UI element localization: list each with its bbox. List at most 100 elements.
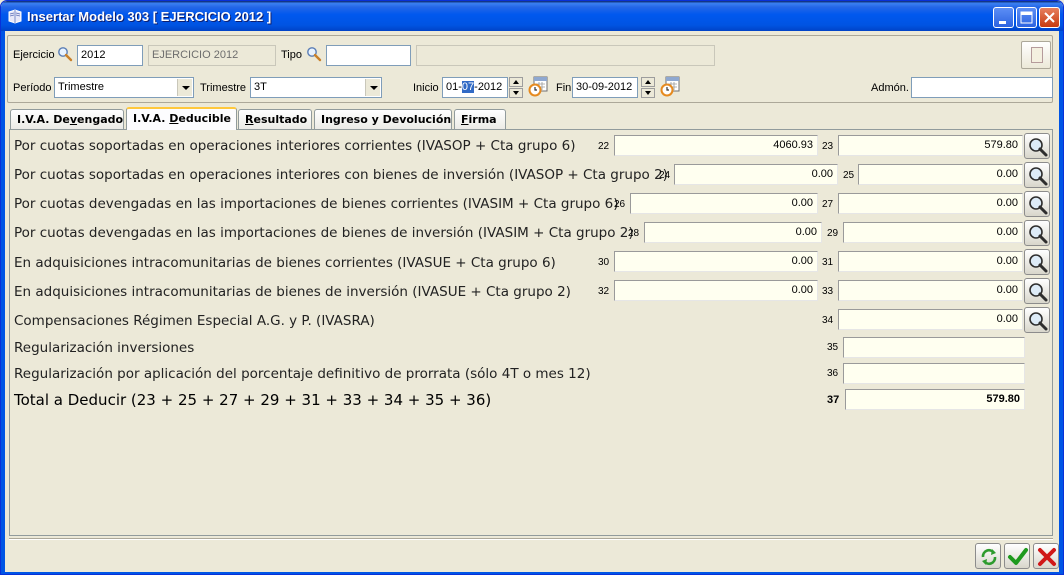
box-number: 25 — [843, 170, 855, 181]
check-icon — [1008, 548, 1028, 565]
main-window: Insertar Modelo 303 [ EJERCICIO 2012 ] E… — [0, 0, 1064, 575]
search-button[interactable] — [1024, 307, 1050, 333]
document-button[interactable] — [1021, 41, 1051, 69]
inicio-spinner[interactable] — [509, 77, 523, 98]
accept-button[interactable] — [1004, 543, 1030, 569]
row-label: Regularización inversiones — [14, 340, 195, 356]
value-field[interactable] — [843, 337, 1025, 358]
search-button[interactable] — [1024, 220, 1050, 246]
value-field[interactable]: 0.00 — [614, 251, 818, 272]
row-label: Regularización por aplicación del porcen… — [14, 366, 591, 382]
box-number: 32 — [598, 286, 610, 297]
value-field[interactable]: 4060.93 — [614, 135, 818, 156]
value-field[interactable] — [843, 363, 1025, 384]
search-icon — [1029, 167, 1048, 186]
refresh-icon — [981, 548, 997, 566]
cancel-button[interactable] — [1033, 543, 1059, 569]
app-icon — [8, 9, 22, 24]
tab-label-part: esultado — [253, 113, 308, 126]
search-button[interactable] — [1024, 249, 1050, 275]
value-field[interactable]: 0.00 — [838, 280, 1023, 301]
window-title: Insertar Modelo 303 [ EJERCICIO 2012 ] — [27, 9, 272, 24]
tab-content-panel — [9, 129, 1053, 536]
box-number: 31 — [822, 257, 834, 268]
spin-down-icon[interactable] — [509, 88, 523, 98]
inicio-calendar-icon[interactable] — [527, 75, 549, 97]
close-icon — [1044, 12, 1055, 23]
box-number: 30 — [598, 257, 610, 268]
value-field[interactable]: 0.00 — [614, 280, 818, 301]
tab-label-part: educible — [178, 112, 231, 125]
close-window-button[interactable] — [1039, 7, 1060, 28]
trimestre-value: 3T — [254, 81, 267, 93]
box-number: 33 — [822, 286, 834, 297]
row-label: En adquisiciones intracomunitarias de bi… — [14, 255, 556, 271]
search-button[interactable] — [1024, 162, 1050, 188]
search-icon — [1029, 312, 1048, 331]
tab-label-part: I.V.A. — [133, 112, 170, 125]
admon-input[interactable] — [911, 77, 1053, 98]
fin-date-input[interactable]: 30-09-2012 — [572, 77, 638, 98]
inicio-label: Inicio — [413, 82, 439, 94]
tab-iva-deducible[interactable]: I.V.A. Deducible — [126, 107, 237, 130]
tipo-input[interactable] — [326, 45, 411, 66]
value-field[interactable]: 0.00 — [674, 164, 838, 185]
chevron-down-icon[interactable] — [365, 79, 380, 96]
value-field[interactable]: 0.00 — [630, 193, 818, 214]
tab-resultado[interactable]: Resultado — [238, 109, 312, 129]
tipo-search-icon[interactable] — [306, 46, 322, 62]
value-field[interactable]: 0.00 — [843, 222, 1023, 243]
fin-label: Fin — [556, 82, 572, 94]
box-number: 37 — [827, 394, 840, 406]
bottom-separator — [9, 538, 1053, 540]
spin-up-icon[interactable] — [509, 77, 523, 87]
box-number: 27 — [822, 199, 834, 210]
tab-ingreso-devolucion[interactable]: Ingreso y Devolución — [314, 109, 452, 129]
trimestre-label: Trimestre — [200, 82, 247, 94]
chevron-down-icon[interactable] — [177, 79, 192, 96]
trimestre-select[interactable]: 3T — [250, 77, 382, 98]
ejercicio-input[interactable]: 2012 — [77, 45, 143, 66]
title-bar[interactable]: Insertar Modelo 303 [ EJERCICIO 2012 ] — [1, 1, 1063, 31]
value-field[interactable]: 0.00 — [838, 193, 1023, 214]
box-number: 24 — [659, 170, 671, 181]
fin-spinner[interactable] — [641, 77, 655, 98]
box-number: 35 — [827, 342, 839, 353]
box-number: 28 — [628, 228, 640, 239]
periodo-value: Trimestre — [58, 81, 105, 93]
search-icon — [1029, 196, 1048, 215]
fin-calendar-icon[interactable] — [659, 75, 681, 97]
box-number: 22 — [598, 141, 610, 152]
ejercicio-label: Ejercicio — [13, 49, 55, 61]
value-field[interactable]: 0.00 — [838, 251, 1023, 272]
spin-down-icon[interactable] — [641, 88, 655, 98]
row-label: Por cuotas soportadas en operaciones int… — [14, 167, 668, 183]
spin-up-icon[interactable] — [641, 77, 655, 87]
tab-label-accel: F — [461, 113, 469, 126]
value-field[interactable]: 0.00 — [644, 222, 822, 243]
search-button[interactable] — [1024, 133, 1050, 159]
refresh-button[interactable] — [975, 543, 1001, 569]
maximize-button[interactable] — [1016, 7, 1037, 28]
search-button[interactable] — [1024, 191, 1050, 217]
value-field[interactable]: 0.00 — [838, 309, 1023, 330]
value-field[interactable]: 0.00 — [858, 164, 1023, 185]
total-label: Total a Deducir (23 + 25 + 27 + 29 + 31 … — [14, 391, 492, 409]
minimize-button[interactable] — [993, 7, 1014, 28]
inicio-date-input[interactable]: 01-07-2012 — [442, 77, 508, 98]
search-icon — [1029, 138, 1048, 157]
row-label: Por cuotas soportadas en operaciones int… — [14, 138, 576, 154]
value-field[interactable]: 579.80 — [838, 135, 1023, 156]
close-icon — [1038, 548, 1056, 566]
periodo-select[interactable]: Trimestre — [54, 77, 194, 98]
periodo-label: Período — [13, 82, 52, 94]
tab-firma[interactable]: Firma — [454, 109, 506, 129]
search-button[interactable] — [1024, 278, 1050, 304]
tipo-description — [416, 45, 715, 66]
total-value-field[interactable]: 579.80 — [845, 389, 1025, 410]
ejercicio-search-icon[interactable] — [57, 46, 73, 62]
tab-iva-devengado[interactable]: I.V.A. Devengado — [10, 109, 124, 129]
row-label: Por cuotas devengadas en las importacion… — [14, 196, 619, 212]
row-label: En adquisiciones intracomunitarias de bi… — [14, 284, 571, 300]
admon-label: Admón. — [871, 82, 909, 94]
